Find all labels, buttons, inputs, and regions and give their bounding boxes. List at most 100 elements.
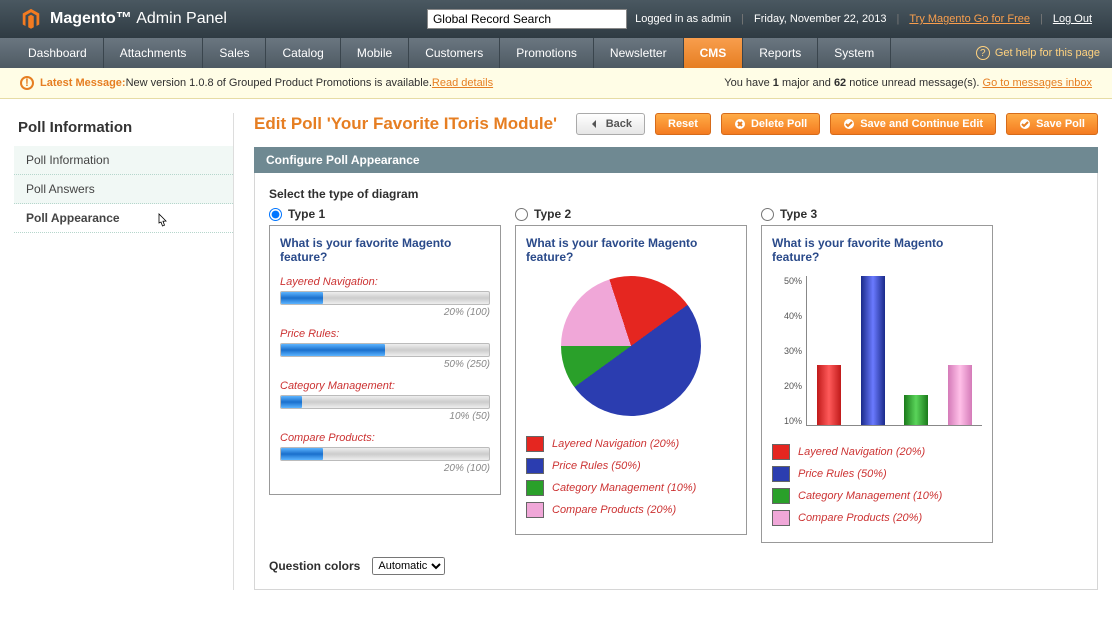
y-tick: 40%: [776, 311, 802, 321]
type3-preview: What is your favorite Magento feature? 5…: [761, 225, 993, 543]
bar-label: Category Management:: [280, 380, 490, 392]
type3-question: What is your favorite Magento feature?: [772, 236, 982, 264]
legend-swatch-pink: [772, 510, 790, 526]
global-search-input[interactable]: [427, 9, 627, 29]
bar-track[interactable]: [280, 395, 490, 409]
y-tick: 50%: [776, 276, 802, 286]
alert-icon: !: [20, 76, 34, 90]
y-axis: 50% 40% 30% 20% 10%: [776, 276, 806, 426]
y-tick: 20%: [776, 381, 802, 391]
brand-text: Magento™ Admin Panel: [50, 10, 227, 28]
bars-area: [806, 276, 982, 426]
type1-label: Type 1: [288, 207, 325, 221]
type3-radio[interactable]: [761, 208, 774, 221]
legend-item: Category Management (10%): [526, 480, 736, 496]
type3-label: Type 3: [780, 207, 817, 221]
legend-swatch-green: [526, 480, 544, 496]
y-tick: 30%: [776, 346, 802, 356]
nav-promotions[interactable]: Promotions: [500, 38, 594, 68]
legend-item: Layered Navigation (20%): [772, 444, 982, 460]
sidebar-item-poll-information[interactable]: Poll Information: [14, 146, 233, 175]
legend-swatch-red: [772, 444, 790, 460]
legend-swatch-green: [772, 488, 790, 504]
question-colors-select[interactable]: Automatic: [372, 557, 445, 575]
reset-button[interactable]: Reset: [655, 113, 711, 135]
bar-track[interactable]: [280, 343, 490, 357]
nav-customers[interactable]: Customers: [409, 38, 500, 68]
bar-track[interactable]: [280, 291, 490, 305]
nav-sales[interactable]: Sales: [203, 38, 266, 68]
header-right: Logged in as admin | Friday, November 22…: [635, 13, 1092, 25]
bar-label: Price Rules:: [280, 328, 490, 340]
vbar-pink: [948, 365, 972, 425]
type1-preview: What is your favorite Magento feature? L…: [269, 225, 501, 495]
logo: Magento™ Admin Panel: [20, 8, 227, 30]
type1-column: Type 1 What is your favorite Magento fea…: [269, 207, 501, 543]
bar-track[interactable]: [280, 447, 490, 461]
legend-text: Compare Products (20%): [798, 512, 922, 524]
page-header: Edit Poll 'Your Favorite IToris Module' …: [254, 113, 1098, 135]
nav-cms[interactable]: CMS: [684, 38, 744, 68]
nav-newsletter[interactable]: Newsletter: [594, 38, 684, 68]
header-date: Friday, November 22, 2013: [754, 13, 886, 25]
type2-radio[interactable]: [515, 208, 528, 221]
back-button[interactable]: Back: [576, 113, 645, 135]
main-nav: Dashboard Attachments Sales Catalog Mobi…: [0, 38, 1112, 68]
bar-value: 20% (100): [280, 307, 490, 318]
nav-mobile[interactable]: Mobile: [341, 38, 409, 68]
help-icon: ?: [976, 46, 990, 60]
nav-system[interactable]: System: [818, 38, 891, 68]
delete-icon: [734, 118, 746, 130]
logged-in-text: Logged in as admin: [635, 13, 731, 25]
sidebar: Poll Information Poll Information Poll A…: [14, 113, 234, 590]
save-poll-button[interactable]: Save Poll: [1006, 113, 1098, 135]
legend-item: Compare Products (20%): [526, 502, 736, 518]
question-colors-label: Question colors: [269, 559, 360, 573]
logout-link[interactable]: Log Out: [1053, 13, 1092, 25]
content: Edit Poll 'Your Favorite IToris Module' …: [254, 113, 1098, 590]
legend-swatch-pink: [526, 502, 544, 518]
vbar-red: [817, 365, 841, 425]
legend-swatch-red: [526, 436, 544, 452]
pie-chart: [561, 276, 701, 416]
nav-attachments[interactable]: Attachments: [104, 38, 204, 68]
legend-text: Layered Navigation (20%): [798, 446, 925, 458]
type2-column: Type 2 What is your favorite Magento fea…: [515, 207, 747, 543]
top-header: Magento™ Admin Panel Logged in as admin …: [0, 0, 1112, 38]
section-body: Select the type of diagram Type 1 What i…: [254, 173, 1098, 590]
nav-reports[interactable]: Reports: [743, 38, 818, 68]
bar-item: Compare Products: 20% (100): [280, 432, 490, 474]
read-details-link[interactable]: Read details: [432, 77, 493, 89]
legend-swatch-blue: [526, 458, 544, 474]
nav-catalog[interactable]: Catalog: [266, 38, 340, 68]
legend-item: Category Management (10%): [772, 488, 982, 504]
messages-inbox-link[interactable]: Go to messages inbox: [983, 77, 1092, 89]
bar-value: 20% (100): [280, 463, 490, 474]
type1-question: What is your favorite Magento feature?: [280, 236, 490, 264]
help-link[interactable]: ? Get help for this page: [976, 38, 1100, 68]
notice-bar: ! Latest Message: New version 1.0.8 of G…: [0, 68, 1112, 99]
check-icon: [1019, 118, 1031, 130]
legend-text: Category Management (10%): [798, 490, 942, 502]
legend-item: Price Rules (50%): [772, 466, 982, 482]
select-diagram-label: Select the type of diagram: [269, 187, 1083, 201]
save-continue-button[interactable]: Save and Continue Edit: [830, 113, 996, 135]
delete-poll-button[interactable]: Delete Poll: [721, 113, 820, 135]
latest-message-label: Latest Message:: [40, 77, 126, 89]
nav-dashboard[interactable]: Dashboard: [12, 38, 104, 68]
legend-item: Compare Products (20%): [772, 510, 982, 526]
type2-preview: What is your favorite Magento feature? L…: [515, 225, 747, 535]
unread-summary: You have 1 major and 62 notice unread me…: [724, 77, 1092, 89]
bar-label: Layered Navigation:: [280, 276, 490, 288]
type1-radio[interactable]: [269, 208, 282, 221]
section-header: Configure Poll Appearance: [254, 147, 1098, 173]
cursor-icon: [154, 212, 170, 237]
type2-question: What is your favorite Magento feature?: [526, 236, 736, 264]
sidebar-item-poll-appearance[interactable]: Poll Appearance: [14, 204, 233, 233]
sidebar-item-poll-answers[interactable]: Poll Answers: [14, 175, 233, 204]
legend-text: Price Rules (50%): [552, 460, 641, 472]
legend-text: Compare Products (20%): [552, 504, 676, 516]
back-arrow-icon: [589, 118, 601, 130]
try-magento-link[interactable]: Try Magento Go for Free: [909, 13, 1030, 25]
question-colors-row: Question colors Automatic: [269, 557, 1083, 575]
